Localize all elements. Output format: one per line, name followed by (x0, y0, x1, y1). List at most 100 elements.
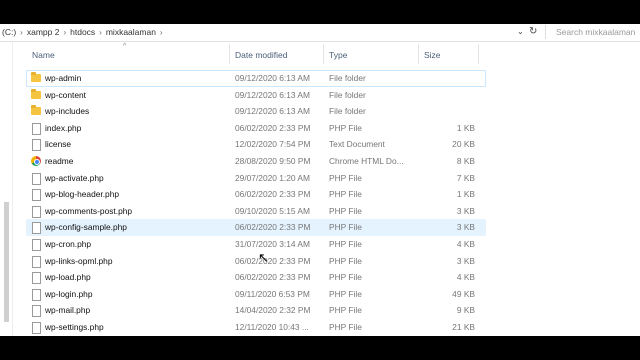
chrome-icon (31, 155, 41, 166)
file-date-modified: 06/02/2020 2:33 PM (235, 122, 311, 133)
php-file-icon (32, 205, 41, 218)
php-file-icon (32, 189, 41, 202)
file-name: wp-links-opml.php (45, 255, 113, 266)
column-header-date[interactable]: Date modified (235, 50, 287, 60)
file-row[interactable]: wp-links-opml.php 06/02/2020 2:33 PM PHP F… (26, 253, 486, 270)
mouse-cursor-icon: ↖ (258, 250, 269, 265)
php-file-icon (32, 272, 41, 285)
file-date-modified: 12/11/2020 10:43 ... (235, 321, 309, 332)
file-name: license (45, 139, 72, 150)
file-name: wp-load.php (45, 272, 91, 283)
file-type: File folder (329, 89, 366, 100)
file-type: PHP File (329, 122, 362, 133)
column-divider[interactable] (478, 44, 479, 64)
file-date-modified: 06/02/2020 2:33 PM (235, 255, 311, 266)
column-header-name[interactable]: Name (32, 50, 55, 60)
file-date-modified: 06/02/2020 2:33 PM (235, 222, 311, 233)
file-row[interactable]: wp-cron.php 31/07/2020 3:14 AM PHP File 4 K… (26, 236, 486, 253)
file-type: PHP File (329, 305, 362, 316)
file-row[interactable]: wp-content 09/12/2020 6:13 AM File folder (26, 87, 486, 104)
file-size: 4 KB (456, 272, 475, 283)
file-row[interactable]: wp-activate.php 29/07/2020 1:20 AM PHP Fil… (26, 170, 486, 187)
file-row[interactable]: wp-comments-post.php 09/10/2020 5:15 AM PH… (26, 203, 486, 220)
file-date-modified: 09/12/2020 6:13 AM (235, 106, 310, 117)
file-row[interactable]: readme 28/08/2020 9:50 PM Chrome HTML Do..… (26, 153, 486, 170)
file-name: wp-admin (45, 73, 82, 83)
folder-icon (31, 105, 41, 116)
breadcrumb-xampp[interactable]: xampp 2 (27, 27, 60, 37)
file-name: wp-comments-post.php (45, 205, 133, 216)
breadcrumb: (C:) › xampp 2 › htdocs › mixkaalaman › (2, 27, 167, 37)
file-row[interactable]: wp-login.php 09/11/2020 6:53 PM PHP File 49… (26, 286, 486, 303)
file-name: wp-includes (45, 106, 90, 117)
php-file-icon (32, 305, 41, 318)
file-row[interactable]: wp-config-sample.php 06/02/2020 2:33 PM PH… (26, 219, 486, 236)
file-type: PHP File (329, 189, 362, 200)
file-size: 7 KB (456, 172, 475, 183)
breadcrumb-separator-icon[interactable]: › (160, 28, 163, 37)
column-header-type[interactable]: Type (329, 50, 347, 60)
file-size: 3 KB (456, 205, 475, 216)
file-name: readme (45, 155, 74, 166)
file-type: Text Document (329, 139, 385, 150)
file-date-modified: 09/12/2020 6:13 AM (235, 89, 310, 100)
breadcrumb-separator-icon[interactable]: › (63, 28, 66, 37)
column-divider[interactable] (229, 44, 230, 64)
sort-ascending-icon: ^ (123, 43, 127, 50)
file-type: PHP File (329, 288, 362, 299)
file-row[interactable]: wp-blog-header.php 06/02/2020 2:33 PM PHP … (26, 186, 486, 203)
breadcrumb-drive[interactable]: (C:) (2, 27, 16, 37)
file-date-modified: 14/04/2020 2:32 PM (235, 305, 311, 316)
scrollbar-thumb[interactable] (4, 202, 9, 322)
file-name: wp-config-sample.php (45, 222, 127, 233)
column-header-size[interactable]: Size (424, 50, 441, 60)
file-date-modified: 28/08/2020 9:50 PM (235, 155, 311, 166)
folder-icon (31, 72, 41, 82)
file-size: 3 KB (456, 222, 475, 233)
file-row[interactable]: wp-includes 09/12/2020 6:13 AM File folder (26, 103, 486, 120)
file-size: 1 KB (456, 122, 475, 133)
breadcrumb-htdocs[interactable]: htdocs (70, 27, 95, 37)
file-row[interactable]: wp-load.php 06/02/2020 2:33 PM PHP File 4 K… (26, 269, 486, 286)
file-name: wp-content (45, 89, 86, 100)
file-type: PHP File (329, 255, 362, 266)
address-bar[interactable]: (C:) › xampp 2 › htdocs › mixkaalaman › ⌄ ↻ Sea… (0, 24, 640, 42)
file-name: wp-mail.php (45, 305, 91, 316)
file-date-modified: 06/02/2020 2:33 PM (235, 189, 311, 200)
php-file-icon (32, 288, 41, 301)
breadcrumb-separator-icon[interactable]: › (20, 28, 23, 37)
file-size: 8 KB (456, 155, 475, 166)
file-type: PHP File (329, 172, 362, 183)
file-type: File folder (329, 106, 366, 117)
navigation-pane[interactable]: ⌄ (0, 42, 13, 336)
file-name: wp-cron.php (45, 238, 92, 249)
file-type: PHP File (329, 205, 362, 216)
file-row[interactable]: index.php 06/02/2020 2:33 PM PHP File 1 KB (26, 120, 486, 137)
address-history-chevron-down-icon[interactable]: ⌄ (517, 27, 524, 36)
php-file-icon (32, 255, 41, 268)
file-row[interactable]: wp-settings.php 12/11/2020 10:43 ... PHP F… (26, 319, 486, 336)
file-size: 1 KB (456, 189, 475, 200)
breadcrumb-mixkaalaman[interactable]: mixkaalaman (106, 27, 156, 37)
file-row[interactable]: wp-admin 09/12/2020 6:13 AM File folder (26, 70, 486, 87)
file-type: PHP File (329, 321, 362, 332)
file-name: wp-blog-header.php (45, 189, 120, 200)
file-type: PHP File (329, 238, 362, 249)
file-date-modified: 31/07/2020 3:14 AM (235, 238, 310, 249)
file-size: 20 KB (452, 139, 475, 150)
search-input[interactable]: Search mixkaalaman (545, 25, 640, 39)
folder-icon (31, 88, 41, 99)
php-file-icon (32, 222, 41, 235)
file-date-modified: 06/02/2020 2:33 PM (235, 272, 311, 283)
breadcrumb-separator-icon[interactable]: › (99, 28, 102, 37)
file-date-modified: 12/02/2020 7:54 PM (235, 139, 311, 150)
file-row[interactable]: wp-mail.php 14/04/2020 2:32 PM PHP File 9 K… (26, 302, 486, 319)
file-row[interactable]: license 12/02/2020 7:54 PM Text Document 20… (26, 136, 486, 153)
file-name: wp-activate.php (45, 172, 104, 183)
file-size: 4 KB (456, 238, 475, 249)
text-file-icon (32, 139, 41, 152)
refresh-icon[interactable]: ↻ (529, 26, 537, 37)
column-divider[interactable] (418, 44, 419, 64)
column-divider[interactable] (323, 44, 324, 64)
file-type: Chrome HTML Do... (329, 155, 404, 166)
